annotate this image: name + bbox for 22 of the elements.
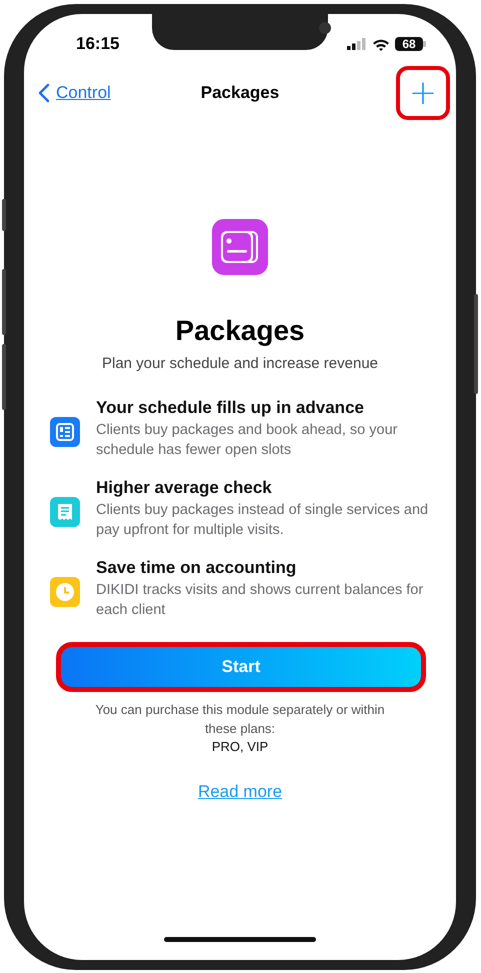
start-button[interactable]: Start [56,642,426,692]
feature-title: Your schedule fills up in advance [96,397,365,419]
nav-title: Packages [200,83,280,102]
plan-names: PRO, VIP [210,738,270,756]
feature-description: Clients buy packages and book ahead, so your schedule has fewer open slots [96,421,398,460]
read-more-link[interactable]: Read more [192,781,288,803]
feature-title: Higher average check [96,477,273,499]
status-time: 16:15 [76,34,120,54]
battery-level: 68 [395,37,423,51]
back-button[interactable]: Control [38,83,111,103]
battery-tip-icon [423,41,426,47]
feature-title: Save time on accounting [96,557,298,579]
chevron-left-icon [38,83,50,103]
page-title: Packages [175,315,305,347]
plans-note: You can purchase this module separately or within these plans: [95,701,385,738]
feature-description: Clients buy packages instead of single services and pay upfront for multiple visits. [96,501,430,540]
package-app-icon [212,219,268,275]
add-button[interactable]: + [396,66,450,120]
feature-description: DIKIDI tracks visits and shows current balances for each client [96,581,424,620]
wifi-icon [372,38,390,50]
signal-icon [347,38,367,50]
page-subtitle: Plan your schedule and increase revenue [102,355,378,372]
